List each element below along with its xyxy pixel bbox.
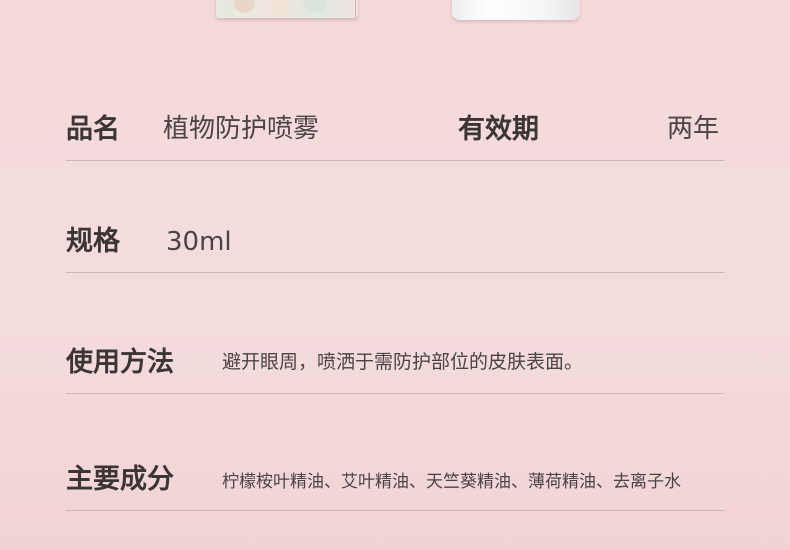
- row-divider: [66, 160, 724, 161]
- spec-label: 规格: [66, 226, 120, 257]
- spec-value: 30ml: [166, 227, 232, 257]
- ingredients-value: 柠檬桉叶精油、艾叶精油、天竺葵精油、薄荷精油、去离子水: [222, 472, 681, 492]
- usage-value: 避开眼周，喷洒于需防护部位的皮肤表面。: [222, 351, 584, 373]
- ingredients-label: 主要成分: [66, 464, 174, 495]
- row-divider: [66, 393, 724, 394]
- validity-label: 有效期: [458, 114, 539, 145]
- product-image-box: [216, 0, 358, 18]
- product-image-bottle: [452, 0, 580, 20]
- product-name-value: 植物防护喷雾: [163, 114, 320, 144]
- usage-label: 使用方法: [66, 347, 174, 378]
- validity-value: 两年: [667, 114, 720, 144]
- row-divider: [66, 510, 724, 511]
- row-divider: [66, 272, 724, 273]
- product-name-label: 品名: [66, 114, 120, 145]
